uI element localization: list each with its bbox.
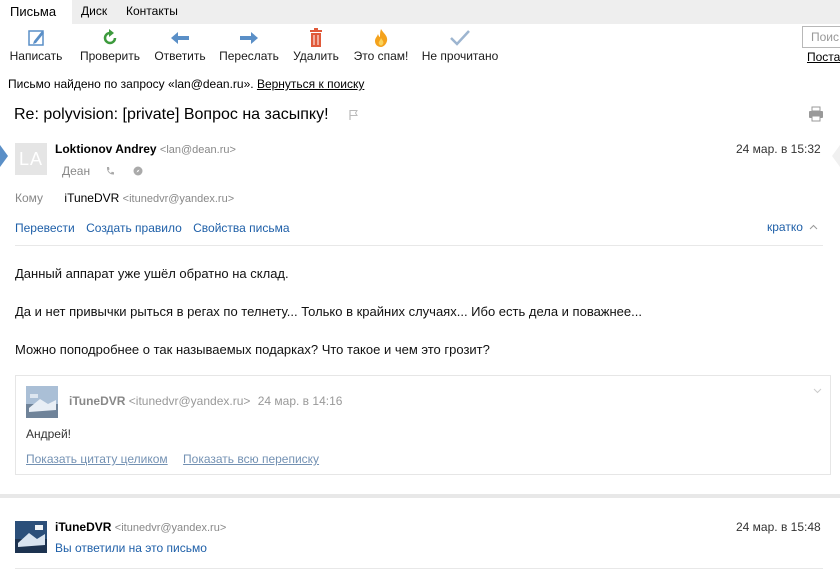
- right-marker-icon: [832, 145, 840, 167]
- quoted-message: iTuneDVR <itunedvr@yandex.ru> 24 мар. в …: [15, 375, 831, 475]
- quote-text: Андрей!: [26, 427, 72, 441]
- delete-button[interactable]: Удалить: [291, 28, 341, 63]
- trash-icon: [310, 28, 322, 47]
- quote-date: 24 мар. в 14:16: [257, 394, 343, 408]
- thread-message-date: 24 мар. в 15:48: [736, 520, 821, 534]
- quote-sender-email: <itunedvr@yandex.ru>: [128, 394, 251, 408]
- compass-icon[interactable]: [133, 166, 143, 176]
- to-label: Кому: [15, 191, 44, 205]
- search-options-link[interactable]: Поста: [807, 50, 840, 64]
- arrow-left-icon: [171, 32, 189, 44]
- phone-icon[interactable]: [105, 166, 115, 176]
- show-full-quote-link[interactable]: Показать цитату целиком: [26, 452, 168, 466]
- recipient-email: <itunedvr@yandex.ru>: [122, 193, 235, 205]
- search-result-notice: Письмо найдено по запросу «lan@dean.ru».…: [8, 77, 365, 91]
- body-paragraph: Данный аппарат уже ушёл обратно на склад…: [15, 266, 289, 281]
- avatar: [26, 386, 58, 418]
- check-mail-button[interactable]: Проверить: [78, 28, 142, 63]
- divider: [15, 245, 823, 246]
- thread-message-sender[interactable]: iTuneDVR <itunedvr@yandex.ru>: [55, 520, 226, 534]
- chevron-up-icon: [809, 224, 818, 230]
- quote-sender: iTuneDVR <itunedvr@yandex.ru> 24 мар. в …: [69, 394, 342, 408]
- tab-mail[interactable]: Письма: [0, 0, 72, 24]
- quote-links: Показать цитату целиком Показать всю пер…: [26, 452, 331, 466]
- body-paragraph: Да и нет привычки рыться в регах по телн…: [15, 304, 642, 319]
- checkmark-icon: [450, 30, 470, 46]
- arrow-right-icon: [240, 32, 258, 44]
- message-properties-link[interactable]: Свойства письма: [193, 221, 289, 235]
- chevron-down-icon[interactable]: [813, 388, 822, 394]
- brief-toggle[interactable]: кратко: [767, 220, 818, 234]
- top-nav: Письма Диск Контакты: [0, 0, 840, 24]
- print-icon[interactable]: [808, 106, 824, 122]
- sender-org: Деан: [62, 164, 143, 178]
- refresh-icon: [103, 29, 117, 45]
- spam-button[interactable]: Это спам!: [351, 28, 411, 63]
- body-paragraph: Можно поподробнее о так называемых подар…: [15, 342, 490, 357]
- sender: Loktionov Andrey <lan@dean.ru>: [55, 142, 236, 156]
- current-message-marker-icon: [0, 145, 8, 167]
- quote-sender-name[interactable]: iTuneDVR: [69, 394, 125, 408]
- fire-icon: [375, 29, 388, 47]
- recipient-row: Кому iTuneDVR <itunedvr@yandex.ru>: [15, 191, 234, 205]
- create-rule-link[interactable]: Создать правило: [86, 221, 182, 235]
- message-subject: Re: polyvision: [private] Вопрос на засы…: [14, 106, 329, 123]
- thread-sender-email: <itunedvr@yandex.ru>: [114, 522, 227, 534]
- avatar: LA: [15, 143, 47, 175]
- tab-contacts[interactable]: Контакты: [126, 4, 178, 18]
- mark-unread-button[interactable]: Не прочитано: [420, 28, 500, 63]
- toolbar: Написать Проверить Ответить Переслать Уд…: [0, 28, 840, 68]
- thread-message-status: Вы ответили на это письмо: [55, 541, 207, 555]
- thread-separator: [0, 494, 840, 498]
- forward-button[interactable]: Переслать: [217, 28, 281, 63]
- search-input[interactable]: Поис: [802, 26, 840, 48]
- sender-name[interactable]: Loktionov Andrey: [55, 142, 157, 156]
- message-actions: Перевести Создать правило Свойства письм…: [15, 221, 298, 235]
- back-to-search-link[interactable]: Вернуться к поиску: [257, 77, 364, 91]
- avatar: [15, 521, 47, 553]
- flag-icon[interactable]: [349, 109, 359, 121]
- reply-button[interactable]: Ответить: [152, 28, 208, 63]
- show-thread-link[interactable]: Показать всю переписку: [183, 452, 319, 466]
- tab-disk[interactable]: Диск: [81, 4, 107, 18]
- pencil-icon: [28, 30, 44, 46]
- thread-sender-name: iTuneDVR: [55, 520, 112, 534]
- sender-email: <lan@dean.ru>: [159, 144, 236, 156]
- message-date: 24 мар. в 15:32: [736, 142, 821, 156]
- divider: [15, 568, 823, 569]
- recipient-name[interactable]: iTuneDVR: [64, 191, 119, 205]
- translate-link[interactable]: Перевести: [15, 221, 75, 235]
- compose-button[interactable]: Написать: [8, 28, 64, 63]
